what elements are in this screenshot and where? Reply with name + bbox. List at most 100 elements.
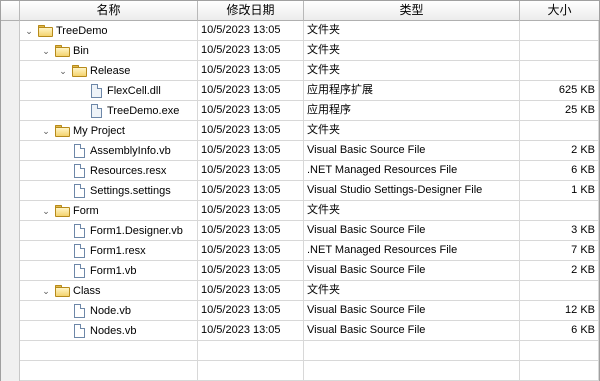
modified-date-cell[interactable]: 10/5/2023 13:05: [198, 201, 304, 221]
file-type-cell[interactable]: 应用程序扩展: [304, 81, 520, 101]
name-cell[interactable]: Form1.vb: [20, 261, 198, 281]
file-type-cell[interactable]: 文件夹: [304, 61, 520, 81]
table-row[interactable]: AssemblyInfo.vb 10/5/2023 13:05 Visual Bas…: [1, 141, 599, 161]
table-row[interactable]: ⌄ Release 10/5/2023 13:05 文件夹: [1, 61, 599, 81]
row-header[interactable]: [1, 341, 20, 361]
modified-date-cell[interactable]: 10/5/2023 13:05: [198, 41, 304, 61]
file-type-cell[interactable]: 文件夹: [304, 41, 520, 61]
file-size-cell[interactable]: 25 KB: [520, 101, 599, 121]
row-header[interactable]: [1, 141, 20, 161]
file-size-cell[interactable]: [520, 41, 599, 61]
file-type-cell[interactable]: 文件夹: [304, 281, 520, 301]
table-row[interactable]: Node.vb 10/5/2023 13:05 Visual Basic Sourc…: [1, 301, 599, 321]
modified-date-cell[interactable]: 10/5/2023 13:05: [198, 81, 304, 101]
table-row[interactable]: Nodes.vb 10/5/2023 13:05 Visual Basic Sour…: [1, 321, 599, 341]
file-type-cell[interactable]: [304, 341, 520, 361]
table-row[interactable]: FlexCell.dll 10/5/2023 13:05 应用程序扩展 625 KB: [1, 81, 599, 101]
name-cell[interactable]: ⌄ Class: [20, 281, 198, 301]
chevron-down-icon[interactable]: ⌄: [22, 21, 36, 41]
row-header[interactable]: [1, 241, 20, 261]
row-header[interactable]: [1, 281, 20, 301]
name-cell[interactable]: ⌄ Release: [20, 61, 198, 81]
modified-date-cell[interactable]: 10/5/2023 13:05: [198, 181, 304, 201]
file-size-cell[interactable]: 3 KB: [520, 221, 599, 241]
file-size-cell[interactable]: [520, 21, 599, 41]
row-header[interactable]: [1, 121, 20, 141]
file-size-cell[interactable]: [520, 121, 599, 141]
name-cell[interactable]: ⌄ My Project: [20, 121, 198, 141]
row-header[interactable]: [1, 81, 20, 101]
name-cell[interactable]: Resources.resx: [20, 161, 198, 181]
name-cell[interactable]: Form1.resx: [20, 241, 198, 261]
file-type-cell[interactable]: 文件夹: [304, 121, 520, 141]
modified-date-cell[interactable]: 10/5/2023 13:05: [198, 61, 304, 81]
table-row[interactable]: ⌄ Bin 10/5/2023 13:05 文件夹: [1, 41, 599, 61]
chevron-down-icon[interactable]: ⌄: [39, 281, 53, 301]
file-size-cell[interactable]: 2 KB: [520, 261, 599, 281]
row-header[interactable]: [1, 61, 20, 81]
table-row[interactable]: [1, 341, 599, 361]
modified-date-cell[interactable]: 10/5/2023 13:05: [198, 21, 304, 41]
name-cell[interactable]: Settings.settings: [20, 181, 198, 201]
file-type-cell[interactable]: 应用程序: [304, 101, 520, 121]
row-header[interactable]: [1, 201, 20, 221]
file-type-cell[interactable]: [304, 361, 520, 381]
name-cell[interactable]: TreeDemo.exe: [20, 101, 198, 121]
table-row[interactable]: Form1.Designer.vb 10/5/2023 13:05 Visual B…: [1, 221, 599, 241]
name-cell[interactable]: [20, 341, 198, 361]
modified-date-cell[interactable]: 10/5/2023 13:05: [198, 121, 304, 141]
file-type-cell[interactable]: 文件夹: [304, 21, 520, 41]
file-size-cell[interactable]: [520, 61, 599, 81]
file-size-cell[interactable]: 12 KB: [520, 301, 599, 321]
row-header[interactable]: [1, 181, 20, 201]
file-size-cell[interactable]: [520, 361, 599, 381]
tree-grid[interactable]: 名称 修改日期 类型 大小 ⌄ TreeDemo 10/5/2023 13:05 文件…: [0, 0, 600, 381]
chevron-down-icon[interactable]: ⌄: [39, 41, 53, 61]
table-row[interactable]: ⌄ My Project 10/5/2023 13:05 文件夹: [1, 121, 599, 141]
file-type-cell[interactable]: Visual Basic Source File: [304, 301, 520, 321]
file-type-cell[interactable]: Visual Basic Source File: [304, 141, 520, 161]
modified-date-cell[interactable]: 10/5/2023 13:05: [198, 141, 304, 161]
name-cell[interactable]: ⌄ Bin: [20, 41, 198, 61]
file-size-cell[interactable]: [520, 281, 599, 301]
table-row[interactable]: [1, 361, 599, 381]
file-type-cell[interactable]: Visual Studio Settings-Designer File: [304, 181, 520, 201]
table-row[interactable]: TreeDemo.exe 10/5/2023 13:05 应用程序 25 KB: [1, 101, 599, 121]
table-row[interactable]: Resources.resx 10/5/2023 13:05 .NET Manage…: [1, 161, 599, 181]
row-header[interactable]: [1, 21, 20, 41]
modified-date-cell[interactable]: 10/5/2023 13:05: [198, 221, 304, 241]
name-cell[interactable]: Node.vb: [20, 301, 198, 321]
name-cell[interactable]: AssemblyInfo.vb: [20, 141, 198, 161]
file-type-cell[interactable]: Visual Basic Source File: [304, 321, 520, 341]
row-header[interactable]: [1, 161, 20, 181]
table-row[interactable]: Form1.vb 10/5/2023 13:05 Visual Basic Sour…: [1, 261, 599, 281]
modified-date-cell[interactable]: 10/5/2023 13:05: [198, 161, 304, 181]
table-row[interactable]: ⌄ Form 10/5/2023 13:05 文件夹: [1, 201, 599, 221]
file-type-cell[interactable]: .NET Managed Resources File: [304, 241, 520, 261]
table-row[interactable]: ⌄ TreeDemo 10/5/2023 13:05 文件夹: [1, 21, 599, 41]
table-row[interactable]: Form1.resx 10/5/2023 13:05 .NET Managed Re…: [1, 241, 599, 261]
column-header-size[interactable]: 大小: [520, 1, 599, 21]
file-size-cell[interactable]: 1 KB: [520, 181, 599, 201]
column-header-name[interactable]: 名称: [20, 1, 198, 21]
file-size-cell[interactable]: 6 KB: [520, 161, 599, 181]
modified-date-cell[interactable]: [198, 361, 304, 381]
modified-date-cell[interactable]: 10/5/2023 13:05: [198, 261, 304, 281]
modified-date-cell[interactable]: 10/5/2023 13:05: [198, 241, 304, 261]
file-type-cell[interactable]: .NET Managed Resources File: [304, 161, 520, 181]
modified-date-cell[interactable]: 10/5/2023 13:05: [198, 281, 304, 301]
row-header[interactable]: [1, 321, 20, 341]
table-row[interactable]: Settings.settings 10/5/2023 13:05 Visual S…: [1, 181, 599, 201]
file-size-cell[interactable]: [520, 341, 599, 361]
column-header-date[interactable]: 修改日期: [198, 1, 304, 21]
modified-date-cell[interactable]: [198, 341, 304, 361]
file-type-cell[interactable]: Visual Basic Source File: [304, 221, 520, 241]
name-cell[interactable]: [20, 361, 198, 381]
file-type-cell[interactable]: Visual Basic Source File: [304, 261, 520, 281]
name-cell[interactable]: Nodes.vb: [20, 321, 198, 341]
name-cell[interactable]: ⌄ TreeDemo: [20, 21, 198, 41]
file-size-cell[interactable]: [520, 201, 599, 221]
table-row[interactable]: ⌄ Class 10/5/2023 13:05 文件夹: [1, 281, 599, 301]
chevron-down-icon[interactable]: ⌄: [56, 61, 70, 81]
row-header[interactable]: [1, 301, 20, 321]
